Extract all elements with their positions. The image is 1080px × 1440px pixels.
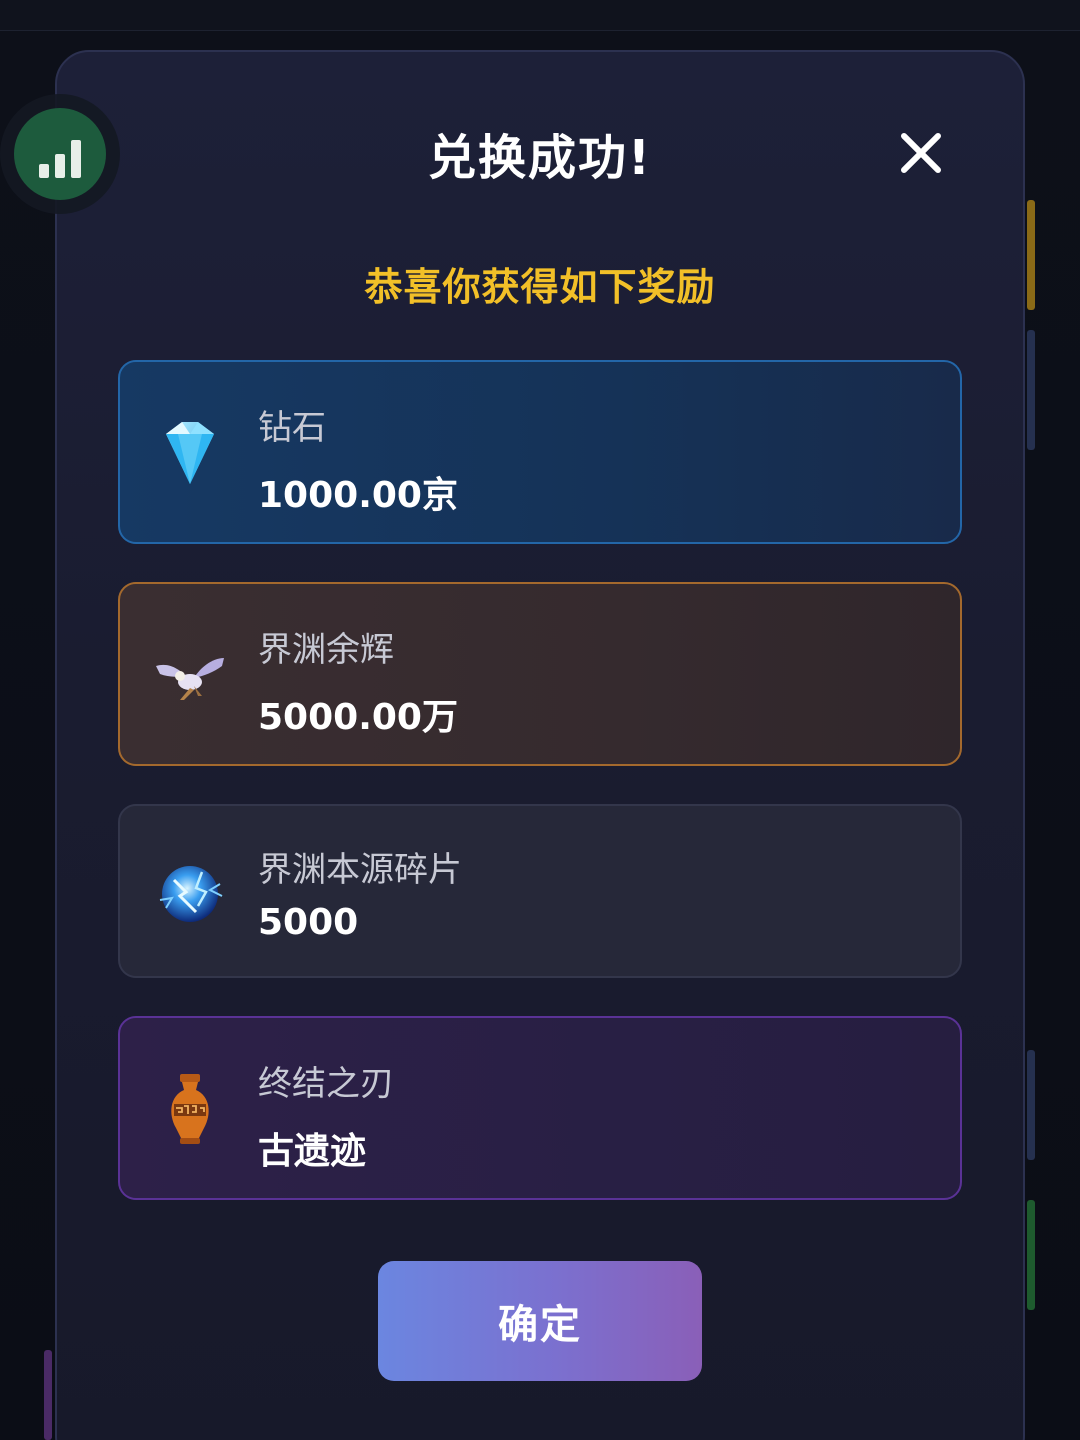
reward-item-diamond[interactable]: 钻石 1000.00京 — [118, 360, 962, 544]
background-edge-accent — [1027, 330, 1035, 450]
top-bar — [0, 0, 1080, 31]
ancient-vase-icon — [150, 1070, 230, 1150]
reward-amount: 古遗迹 — [258, 1131, 367, 1172]
dialog-subtitle: 恭喜你获得如下奖励 — [364, 265, 716, 309]
confirm-button[interactable]: 确定 — [378, 1261, 702, 1381]
reward-amount: 5000 — [258, 902, 359, 943]
background-edge-accent — [1027, 1050, 1035, 1160]
reward-item-jieyuan-afterglow[interactable]: 界渊余辉 5000.00万 — [118, 582, 962, 766]
reward-name: 界渊本源碎片 — [258, 850, 462, 890]
winged-creature-icon — [150, 636, 230, 716]
reward-item-ending-blade[interactable]: 终结之刃 古遗迹 — [118, 1016, 962, 1200]
background-edge-accent — [44, 1350, 52, 1440]
close-icon — [901, 133, 941, 173]
reward-item-jieyuan-source-shard[interactable]: 界渊本源碎片 5000 — [118, 804, 962, 978]
diamond-icon — [150, 414, 230, 494]
reward-name: 界渊余辉 — [258, 630, 394, 670]
reward-amount: 1000.00京 — [258, 475, 458, 516]
reward-name: 终结之刃 — [258, 1064, 394, 1104]
background-edge-accent — [1027, 1200, 1035, 1310]
close-button[interactable] — [896, 128, 946, 178]
lightning-orb-icon — [150, 854, 230, 934]
reward-amount: 5000.00万 — [258, 697, 458, 738]
reward-name: 钻石 — [258, 408, 326, 448]
app-screen: 兑换成功! 恭喜你获得如下奖励 钻石 1000.00京 界渊余辉 5000.00… — [0, 0, 1080, 1440]
